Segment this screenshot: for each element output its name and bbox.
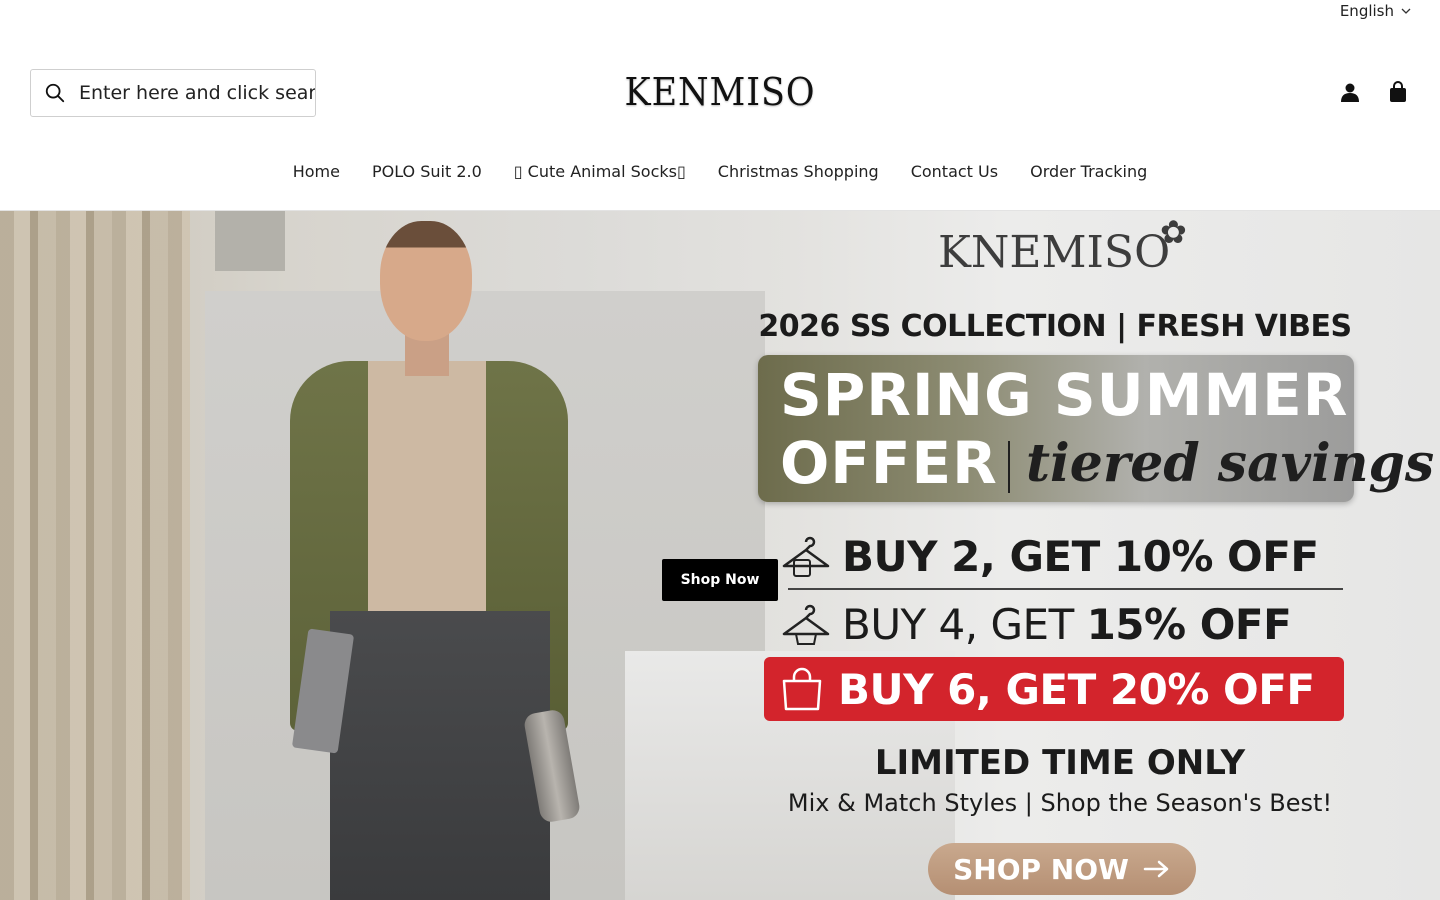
nav-item-contact-us[interactable]: Contact Us [911, 162, 998, 181]
promo-tier-3: BUY 6, GET 20% OFF [764, 657, 1344, 721]
promo-offer-tagline: tiered savings [1026, 433, 1435, 494]
nav-item-cute-animal-socks[interactable]: ▯ Cute Animal Socks▯ [514, 162, 686, 181]
promo-mix-match: Mix & Match Styles | Shop the Season's B… [787, 789, 1333, 817]
promo-tier-1-text: BUY 2, GET 10% OFF [842, 531, 1319, 581]
arrow-right-icon [1143, 860, 1169, 878]
search-icon[interactable] [43, 81, 67, 105]
shopping-bag-icon [782, 667, 822, 711]
nav-item-order-tracking[interactable]: Order Tracking [1030, 162, 1147, 181]
nav-item-polo-suit[interactable]: POLO Suit 2.0 [372, 162, 482, 181]
language-label: English [1339, 2, 1394, 20]
promo-tier-3-text: BUY 6, GET 20% OFF [838, 664, 1315, 714]
promo-tier-2-prefix: BUY 4, GET [842, 599, 1087, 649]
hero-curtain-backdrop [0, 211, 190, 900]
nav-item-christmas-shopping[interactable]: Christmas Shopping [718, 162, 879, 181]
language-selector[interactable]: English [1340, 2, 1412, 20]
promo-shop-now-button[interactable]: SHOP NOW [928, 843, 1196, 895]
search-input[interactable] [79, 82, 315, 104]
promo-tier-2-text: BUY 4, GET 15% OFF [842, 599, 1292, 649]
hero-shop-now-button[interactable]: Shop Now [662, 559, 778, 601]
chevron-down-icon [1401, 8, 1411, 14]
promo-offer-box: SPRING SUMMER OFFER tiered savings [758, 355, 1434, 502]
bag-icon[interactable] [1386, 78, 1410, 106]
hanger-icon [782, 536, 830, 577]
promo-tier-divider [788, 588, 1343, 590]
promo-offer-line2: OFFER [780, 429, 998, 497]
hero-model-image [270, 211, 590, 900]
user-icon[interactable] [1338, 78, 1362, 106]
promo-tier-2-discount: 15% OFF [1086, 599, 1292, 649]
promo-brand: KNEMISO [938, 227, 1171, 278]
hanger-icon [782, 604, 830, 645]
site-logo[interactable]: KENMISO [573, 70, 867, 114]
promo-shop-now-label: SHOP NOW [953, 852, 1129, 886]
main-nav: Home POLO Suit 2.0 ▯ Cute Animal Socks▯ … [0, 162, 1440, 181]
promo-collection-title: 2026 SS COLLECTION | FRESH VIBES [758, 309, 1352, 344]
nav-item-home[interactable]: Home [293, 162, 340, 181]
search-box[interactable] [30, 69, 316, 117]
promo-tier-1: BUY 2, GET 10% OFF [780, 527, 1350, 585]
promo-offer-separator [1008, 441, 1010, 493]
promo-offer-line1: SPRING SUMMER [780, 361, 1349, 429]
promo-panel: KNEMISO ✿ 2026 SS COLLECTION | FRESH VIB… [750, 211, 1434, 900]
hero-banner[interactable]: KNEMISO ✿ 2026 SS COLLECTION | FRESH VIB… [0, 211, 1440, 900]
promo-tier-2: BUY 4, GET 15% OFF [780, 595, 1350, 653]
header-actions [1338, 78, 1410, 106]
flower-icon: ✿ [1160, 213, 1187, 251]
promo-limited-time: LIMITED TIME ONLY [874, 743, 1246, 783]
